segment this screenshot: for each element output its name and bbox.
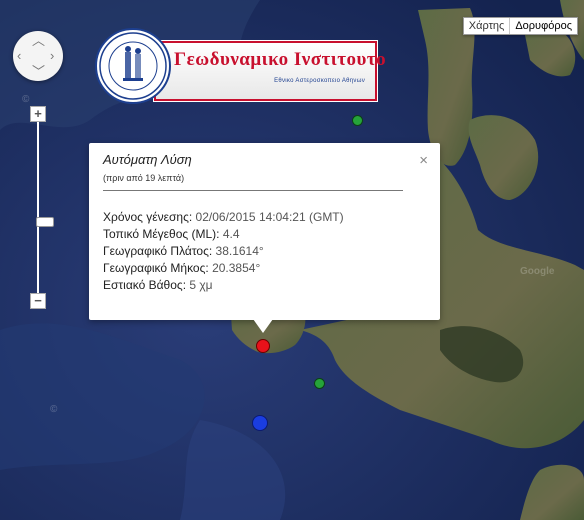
detail-label: Γεωγραφικό Πλάτος: — [103, 244, 213, 258]
detail-row-latitude: Γεωγραφικό Πλάτος: 38.1614° — [103, 243, 344, 260]
zoom-control: + − — [30, 106, 54, 309]
logo-title: Γεωδυναμικο Ινστιτουτο — [174, 49, 387, 70]
pan-left-icon[interactable]: ‹ — [17, 49, 21, 62]
earthquake-info-window: × Αυτόματη Λύση (πριν από 19 λεπτά) Χρόν… — [89, 143, 440, 333]
map-type-roadmap-button[interactable]: Χάρτης — [464, 18, 510, 34]
google-watermark: Google — [520, 266, 555, 277]
pan-right-icon[interactable]: › — [50, 49, 54, 62]
detail-value: 38.1614° — [215, 244, 264, 258]
detail-value: 02/06/2015 14:04:21 (GMT) — [195, 210, 344, 224]
map-type-satellite-button[interactable]: Δορυφόρος — [509, 18, 577, 34]
close-icon[interactable]: × — [419, 152, 428, 169]
google-watermark: © — [22, 94, 30, 105]
detail-value: 4.4 — [222, 227, 240, 241]
popup-title: Αυτόματη Λύση — [103, 152, 192, 167]
epicenter-green-marker[interactable] — [314, 378, 325, 389]
divider — [103, 190, 403, 191]
earthquake-details: Χρόνος γένεσης: 02/06/2015 14:04:21 (GMT… — [103, 209, 344, 294]
zoom-out-button[interactable]: − — [30, 293, 46, 309]
zoom-slider-handle[interactable] — [36, 217, 54, 227]
logo-banner: Γεωδυναμικο Ινστιτουτο Εθνικο Αστεροσκοπ… — [154, 41, 386, 101]
popup-subtitle: (πριν από 19 λεπτά) — [103, 173, 185, 183]
detail-label: Τοπικό Μέγεθος (ML): — [103, 227, 220, 241]
pan-up-icon[interactable]: ︿ — [32, 34, 45, 47]
zoom-in-button[interactable]: + — [30, 106, 46, 122]
detail-row-depth: Εστιακό Βάθος: 5 χμ — [103, 277, 344, 294]
logo-subtitle: Εθνικο Αστεροσκοπειο Αθηνων — [274, 78, 365, 84]
google-watermark: © — [50, 404, 58, 415]
detail-value: 5 χμ — [189, 278, 213, 292]
map-type-control: Χάρτης Δορυφόρος — [462, 17, 578, 35]
detail-row-longitude: Γεωγραφικό Μήκος: 20.3854° — [103, 260, 344, 277]
detail-row-origin-time: Χρόνος γένεσης: 02/06/2015 14:04:21 (GMT… — [103, 209, 344, 226]
epicenter-red-marker[interactable] — [256, 339, 270, 353]
epicenter-green-marker[interactable] — [352, 115, 363, 126]
detail-row-magnitude: Τοπικό Μέγεθος (ML): 4.4 — [103, 226, 344, 243]
detail-label: Γεωγραφικό Μήκος: — [103, 261, 209, 275]
pan-down-icon[interactable]: ﹀ — [32, 65, 45, 78]
detail-value: 20.3854° — [212, 261, 261, 275]
observatory-seal-icon — [95, 28, 171, 104]
detail-label: Χρόνος γένεσης: — [103, 210, 193, 224]
epicenter-blue-marker[interactable] — [252, 415, 268, 431]
institute-logo: Γεωδυναμικο Ινστιτουτο Εθνικο Αστεροσκοπ… — [92, 27, 386, 113]
pan-control[interactable]: ︿ ﹀ ‹ › — [13, 31, 63, 81]
zoom-slider-track[interactable] — [36, 122, 54, 294]
detail-label: Εστιακό Βάθος: — [103, 278, 187, 292]
